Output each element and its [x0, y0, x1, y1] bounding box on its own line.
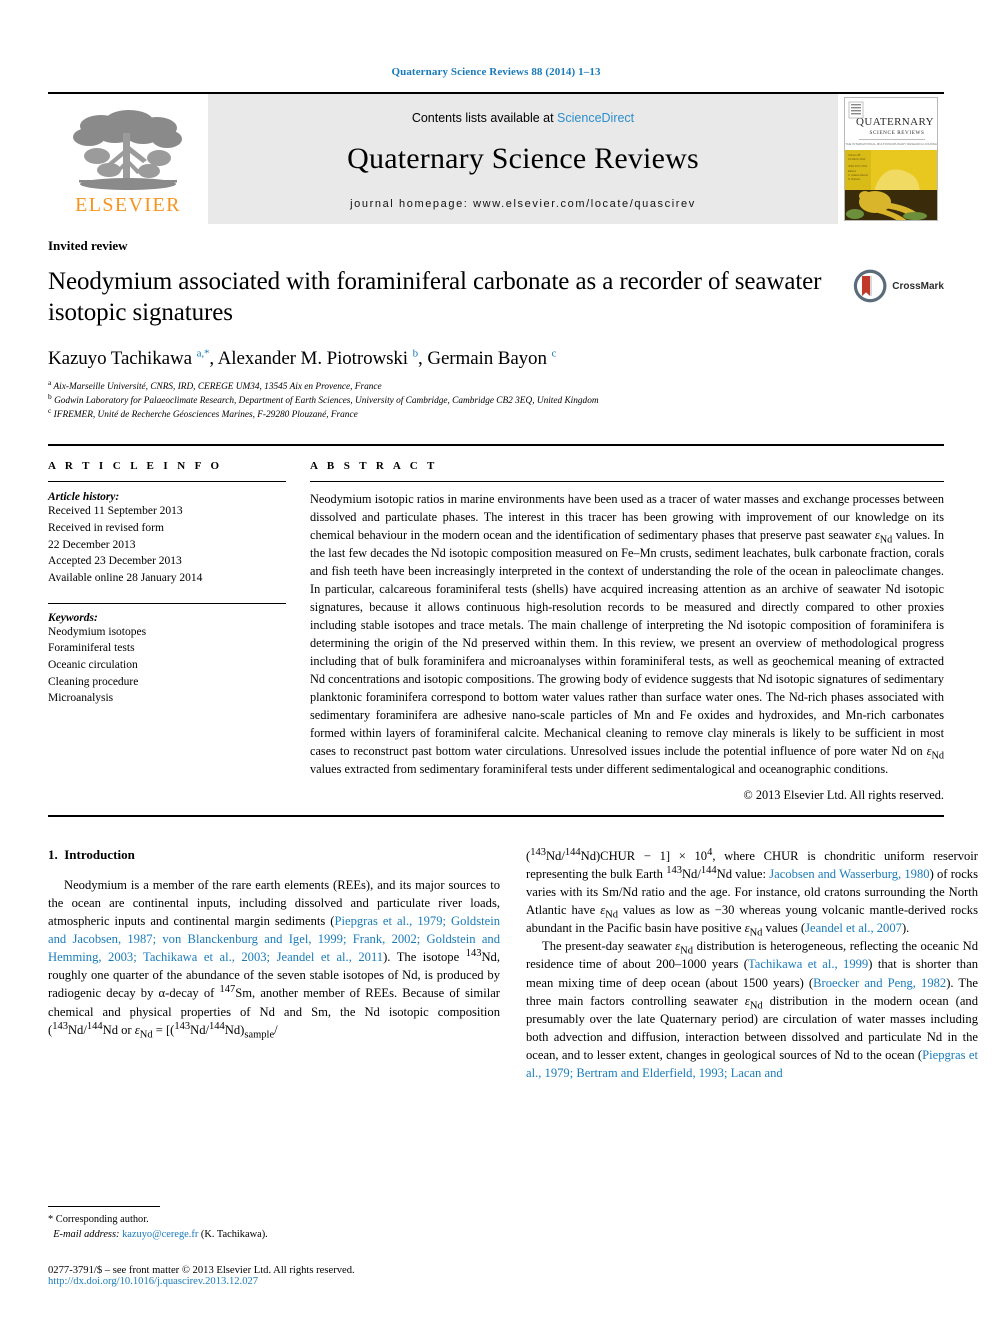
svg-text:C. Hillaire-Marcel: C. Hillaire-Marcel	[848, 173, 868, 177]
keyword-item: Neodymium isotopes	[48, 625, 147, 638]
crossmark-badge[interactable]: CrossMark	[852, 258, 944, 314]
citation-link[interactable]: Broecker and Peng, 1982	[813, 976, 946, 990]
svg-text:ISSN 0277-3791: ISSN 0277-3791	[848, 164, 868, 168]
body-column-right: (143Nd/144Nd)CHUR − 1] × 104, where CHUR…	[526, 847, 978, 1083]
page-title: Neodymium associated with foraminiferal …	[48, 268, 822, 326]
sciencedirect-link[interactable]: ScienceDirect	[557, 111, 634, 125]
journal-cover-thumbnail: QUATERNARY SCIENCE REVIEWS THE INTERNATI…	[844, 97, 938, 221]
body-column-left: 1. Introduction Neodymium is a member of…	[48, 847, 500, 1083]
keyword-item: Cleaning procedure	[48, 675, 139, 688]
email-link[interactable]: kazuyo@cerege.fr	[122, 1229, 198, 1240]
copyright-line: © 2013 Elsevier Ltd. All rights reserved…	[743, 787, 944, 802]
affiliation: b Godwin Laboratory for Palaeoclimate Re…	[48, 392, 599, 407]
citation-link[interactable]: Piepgras et al., 1979; Goldstein and Jac…	[48, 914, 500, 964]
svg-text:N. Roberts: N. Roberts	[848, 177, 861, 181]
article-history-list: Received 11 September 2013 Received in re…	[48, 503, 286, 586]
info-heading-rule	[48, 481, 286, 483]
citation-link[interactable]: Jacobsen and Wasserburg, 1980	[769, 867, 929, 881]
history-item: Accepted 23 December 2013	[48, 555, 182, 568]
article-body: 1. Introduction Neodymium is a member of…	[48, 847, 978, 1083]
journal-title: Quaternary Science Reviews	[347, 141, 699, 175]
keywords-rule: Keywords: Neodymium isotopes Foraminifera…	[48, 602, 286, 707]
journal-masthead: ELSEVIER Contents lists available at Sci…	[48, 92, 944, 224]
keyword-item: Oceanic circulation	[48, 659, 138, 672]
keywords-block: Keywords: Neodymium isotopes Foraminifera…	[48, 602, 286, 707]
history-item: 22 December 2013	[48, 538, 136, 551]
abstract-text: Neodymium isotopic ratios in marine envi…	[310, 492, 944, 776]
svg-text:Editors: Editors	[848, 169, 857, 173]
contents-prefix: Contents lists available at	[411, 110, 558, 125]
intro-paragraph-right-2: The present-day seawater εNd distributio…	[526, 939, 979, 1081]
citation-link[interactable]: Jeandel et al., 2007	[805, 921, 902, 935]
elsevier-tree-icon	[73, 109, 182, 190]
history-item: Received in revised form	[48, 522, 164, 535]
citation-link[interactable]: Tachikawa et al., 1999	[748, 957, 868, 971]
journal-cover-container: QUATERNARY SCIENCE REVIEWS THE INTERNATI…	[838, 94, 944, 224]
article-info-heading: A R T I C L E I N F O	[48, 460, 223, 473]
affiliation: c IFREMER, Unité de Recherche Géoscience…	[48, 406, 358, 421]
journal-homepage[interactable]: journal homepage: www.elsevier.com/locat…	[350, 198, 696, 210]
article-info-column: A R T I C L E I N F O Article history: R…	[48, 460, 286, 802]
abstract-bottom-rule	[48, 814, 944, 817]
contents-available-line: Contents lists available at ScienceDirec…	[412, 111, 634, 125]
footnote-rule	[48, 1205, 160, 1207]
history-item: Available online 28 January 2014	[48, 572, 203, 585]
running-head: Quaternary Science Reviews 88 (2014) 1–1…	[391, 66, 601, 78]
keywords-label: Keywords:	[48, 611, 98, 624]
email-line: E-mail address: kazuyo@cerege.fr (K. Tac…	[53, 1229, 268, 1241]
masthead-center: Contents lists available at ScienceDirec…	[208, 94, 838, 224]
affiliation-list: a Aix-Marseille Université, CNRS, IRD, C…	[48, 377, 944, 422]
issn-line: 0277-3791/$ – see front matter © 2013 El…	[48, 1265, 355, 1276]
crossmark-label: CrossMark	[892, 280, 944, 292]
footnote-area: * Corresponding author. E-mail address: …	[48, 1205, 500, 1287]
svg-text:THE INTERNATIONAL MULTIDISCIPL: THE INTERNATIONAL MULTIDISCIPLINARY RESE…	[845, 142, 937, 146]
author-list: Kazuyo Tachikawa a,*, Alexander M. Piotr…	[48, 347, 557, 369]
article-history-label: Article history:	[48, 491, 120, 504]
affiliation: a Aix-Marseille Université, CNRS, IRD, C…	[48, 377, 382, 392]
crossmark-icon	[853, 269, 887, 303]
info-abstract-section: A R T I C L E I N F O Article history: R…	[48, 444, 944, 802]
keywords-list: Neodymium isotopes Foraminiferal tests Oce…	[48, 624, 286, 707]
elsevier-wordmark: ELSEVIER	[75, 193, 181, 216]
svg-text:Volume 88: Volume 88	[848, 153, 861, 157]
svg-text:SCIENCE REVIEWS: SCIENCE REVIEWS	[870, 130, 925, 136]
intro-paragraph-right-1: (143Nd/144Nd)CHUR − 1] × 104, where CHUR…	[526, 846, 978, 939]
svg-text:QUATERNARY: QUATERNARY	[856, 116, 934, 128]
keyword-item: Microanalysis	[48, 692, 114, 705]
citation-link[interactable]: Piepgras et al., 1979; Bertram and Elder…	[526, 1048, 978, 1080]
abstract-heading-rule	[310, 481, 944, 483]
doi-link[interactable]: http://dx.doi.org/10.1016/j.quascirev.20…	[48, 1276, 500, 1287]
intro-paragraph-left: Neodymium is a member of the rare earth …	[48, 877, 501, 1041]
abstract-heading: A B S T R A C T	[310, 460, 438, 473]
article-type-label: Invited review	[48, 238, 128, 253]
journal-cover-art: QUATERNARY SCIENCE REVIEWS THE INTERNATI…	[845, 98, 937, 220]
elsevier-logo: ELSEVIER	[48, 94, 208, 224]
article-title-block: Invited review Neodymium associated with…	[48, 238, 944, 422]
abstract-column: A B S T R A C T Neodymium isotopic ratio…	[310, 460, 944, 802]
issn-block: 0277-3791/$ – see front matter © 2013 El…	[48, 1265, 500, 1287]
journal-article-page: Quaternary Science Reviews 88 (2014) 1–1…	[0, 0, 992, 1323]
section-heading-introduction: 1. Introduction	[48, 846, 135, 862]
keyword-item: Foraminiferal tests	[48, 642, 135, 655]
history-item: Received 11 September 2013	[48, 505, 183, 518]
svg-text:15 March 2014: 15 March 2014	[848, 157, 866, 161]
corresponding-author-line: * Corresponding author.	[48, 1213, 149, 1225]
